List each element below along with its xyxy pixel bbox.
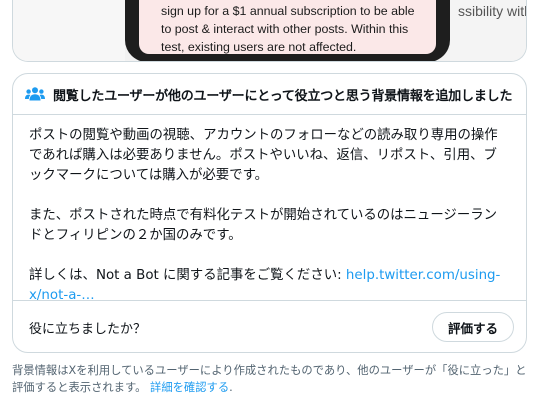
note-footer: 役に立ちましたか？ 評価する (13, 300, 526, 352)
phone-frame: sign up for a $1 annual subscription to … (125, 0, 450, 61)
notes-disclaimer: 背景情報はXを利用しているユーザーにより作成されたものであり、他のユーザーが「役… (12, 362, 532, 396)
media-background-right: ssibility with th (450, 0, 526, 61)
note-paragraph-1: ポストの閲覧や動画の視聴、アカウントのフォローなどの読み取り専用の操作であれば購… (29, 128, 498, 183)
media-background-left (13, 0, 125, 61)
post-media-image[interactable]: sign up for a $1 annual subscription to … (12, 0, 527, 62)
community-note: 閲覧したユーザーが他のユーザーにとって役立つと思う背景情報を追加しました ポスト… (12, 73, 527, 353)
note-paragraph-3-text: 詳しくは、Not a Bot に関する記事をご覧ください: (29, 268, 346, 283)
people-icon (25, 87, 45, 101)
disclaimer-suffix: . (229, 381, 233, 394)
note-body: ポストの閲覧や動画の視聴、アカウントのフォローなどの読み取り専用の操作であれば購… (13, 115, 526, 306)
note-header: 閲覧したユーザーが他のユーザーにとって役立つと思う背景情報を追加しました (13, 74, 526, 115)
learn-more-link[interactable]: 詳細を確認する (150, 381, 229, 394)
phone-screen-text: sign up for a $1 annual subscription to … (139, 0, 436, 54)
note-title: 閲覧したユーザーが他のユーザーにとって役立つと思う背景情報を追加しました (53, 88, 513, 104)
rate-button[interactable]: 評価する (432, 312, 514, 342)
media-right-text: ssibility with th (458, 3, 526, 19)
disclaimer-text: 背景情報はXを利用しているユーザーにより作成されたものであり、他のユーザーが「役… (12, 364, 527, 394)
helpful-question: 役に立ちましたか？ (29, 321, 147, 337)
note-paragraph-2: また、ポストされた時点で有料化テストが開始されているのはニュージーランドとフィリ… (29, 208, 497, 243)
